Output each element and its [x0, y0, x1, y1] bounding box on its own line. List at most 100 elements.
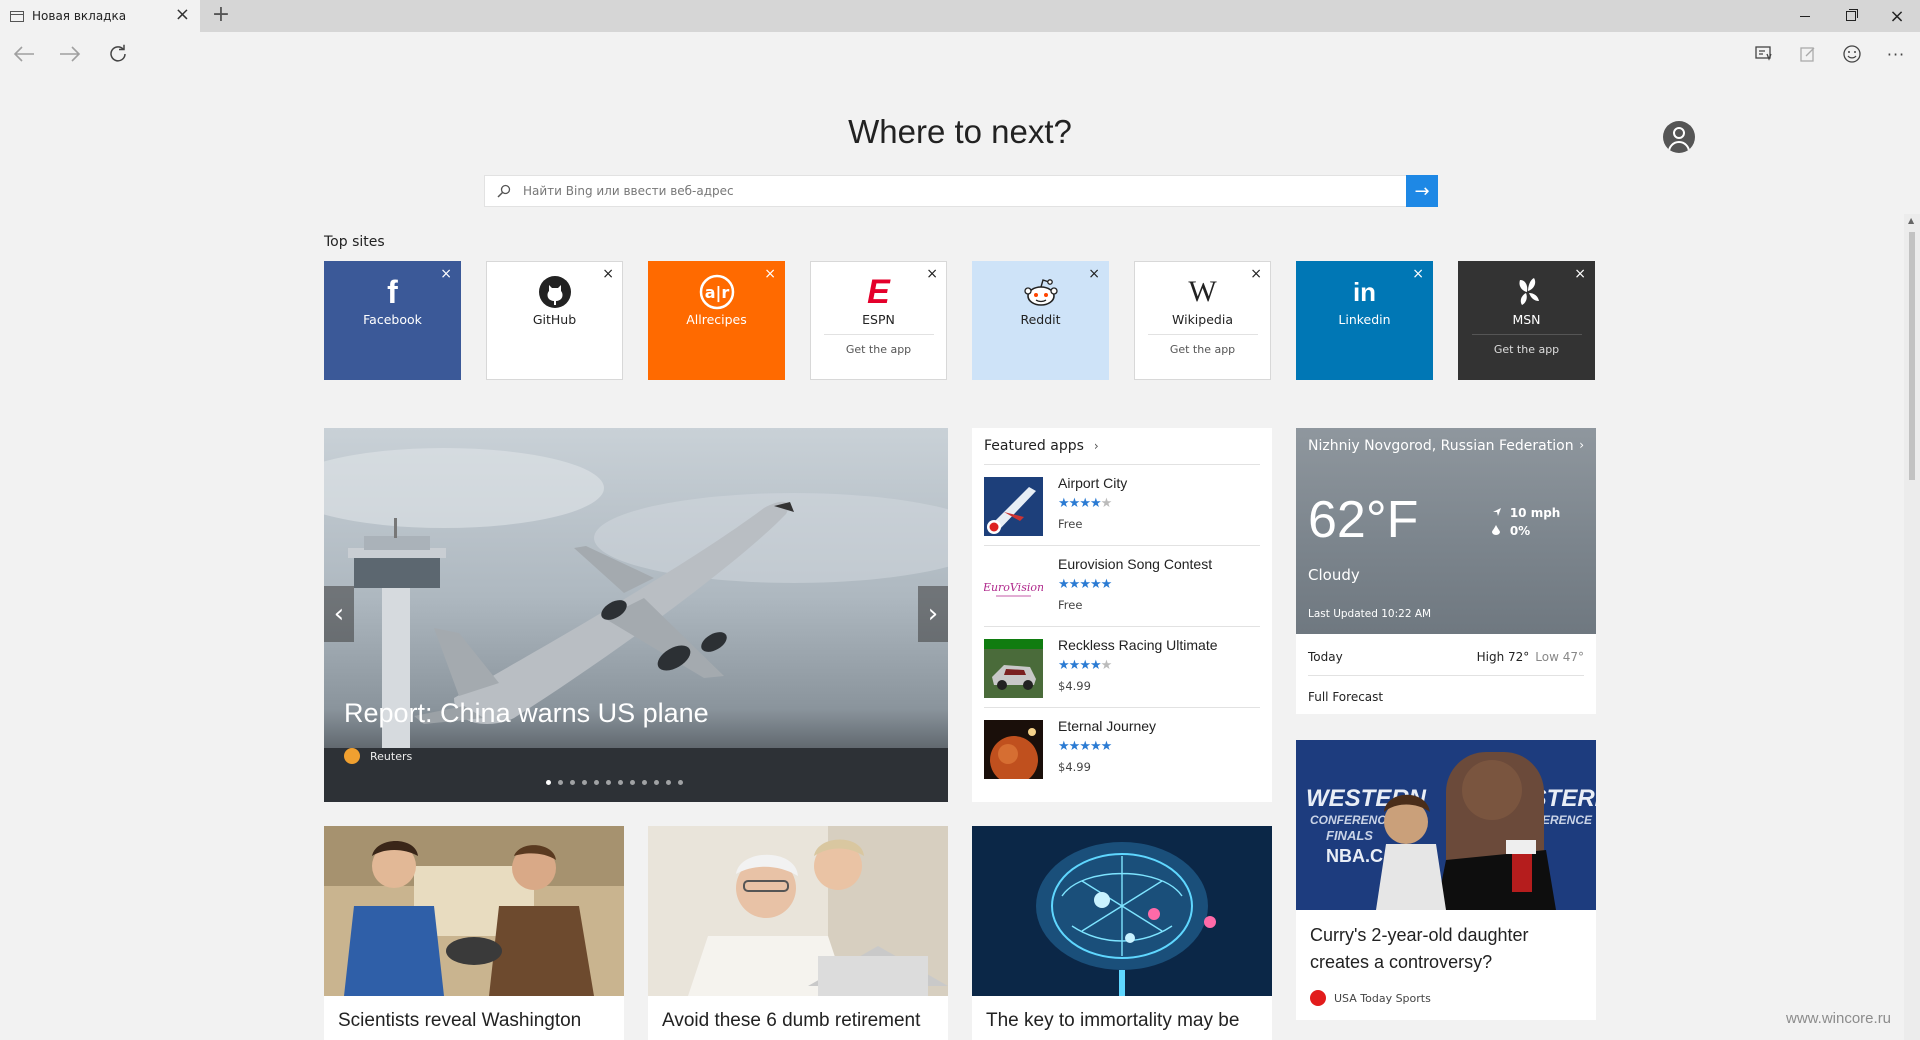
carousel-next-button[interactable]: › [918, 586, 948, 642]
story-title[interactable]: Curry's 2-year-old daughter creates a co… [1310, 922, 1580, 976]
get-the-app-link[interactable]: Get the app [1494, 343, 1559, 356]
minimize-icon [1800, 15, 1810, 17]
carousel-dot[interactable] [618, 780, 623, 785]
more-button[interactable]: ··· [1880, 38, 1912, 70]
reading-list-button[interactable] [1748, 38, 1780, 70]
tile-name: Linkedin [1338, 312, 1391, 327]
carousel-dot[interactable] [678, 780, 683, 785]
tab-close-button[interactable]: × [175, 6, 190, 24]
tile-name: Allrecipes [686, 312, 747, 327]
top-site-github[interactable]: × GitHub [486, 261, 623, 380]
tile-close-icon[interactable]: × [440, 267, 452, 281]
precipitation-chance: 0% [1509, 524, 1531, 538]
get-the-app-link[interactable]: Get the app [1170, 343, 1235, 356]
app-item-eternal-journey[interactable]: Eternal Journey ★★★★★ $4.99 [984, 708, 1260, 788]
tile-close-icon[interactable]: × [602, 267, 614, 281]
scroll-up-icon[interactable]: ▲ [1908, 216, 1914, 225]
featured-apps-title: Featured apps [984, 438, 1084, 454]
watermark: www.wincore.ru [1786, 1010, 1892, 1027]
svg-text:EuroVision: EuroVision [984, 581, 1043, 594]
story-card-retirement[interactable]: Avoid these 6 dumb retirement [648, 826, 948, 1040]
story-title[interactable]: Scientists reveal Washington [338, 1010, 581, 1032]
search-input[interactable] [523, 176, 1373, 206]
story-photo [648, 826, 948, 996]
feedback-button[interactable] [1836, 38, 1868, 70]
featured-apps-header[interactable]: Featured apps › [984, 438, 1099, 454]
full-forecast-link[interactable]: Full Forecast [1308, 690, 1383, 704]
story-title[interactable]: The key to immortality may be [986, 1010, 1239, 1032]
headline-title[interactable]: Report: China warns US plane [344, 698, 709, 729]
tile-close-icon[interactable]: × [764, 267, 776, 281]
get-the-app-link[interactable]: Get the app [846, 343, 911, 356]
linkedin-logo-icon: in [1352, 276, 1377, 307]
carousel-dot[interactable] [654, 780, 659, 785]
weather-precipitation: 0% [1492, 524, 1530, 538]
new-tab-button[interactable]: + [208, 3, 234, 27]
tile-close-icon[interactable]: × [1574, 267, 1586, 281]
top-site-wikipedia[interactable]: × W Wikipedia Get the app [1134, 261, 1271, 380]
story-title[interactable]: Avoid these 6 dumb retirement [662, 1010, 920, 1032]
tile-close-icon[interactable]: × [1412, 267, 1424, 281]
tile-close-icon[interactable]: × [1088, 267, 1100, 281]
scrollbar-thumb[interactable] [1909, 232, 1915, 480]
chevron-right-icon: › [1093, 439, 1099, 453]
navigation-toolbar: ··· [0, 32, 1920, 76]
profile-avatar[interactable] [1663, 121, 1695, 153]
story-card-scientists[interactable]: Scientists reveal Washington [324, 826, 624, 1040]
story-card-immortality[interactable]: The key to immortality may be [972, 826, 1272, 1040]
web-note-icon [1800, 47, 1815, 62]
search-box: → [484, 175, 1438, 207]
top-site-espn[interactable]: × E ESPN Get the app [810, 261, 947, 380]
refresh-button[interactable] [102, 38, 134, 70]
carousel-dot[interactable] [642, 780, 647, 785]
app-item-reckless-racing[interactable]: Reckless Racing Ultimate ★★★★★ $4.99 [984, 627, 1260, 707]
svg-text:FINALS: FINALS [1326, 828, 1373, 843]
restore-button[interactable] [1828, 0, 1874, 32]
search-go-button[interactable]: → [1406, 175, 1438, 207]
close-window-button[interactable]: × [1874, 0, 1920, 32]
top-site-allrecipes[interactable]: × a|r Allrecipes [648, 261, 785, 380]
story-photo: WESTERN CONFERENCE FINALS NBA.C WESTERN … [1296, 740, 1596, 910]
top-site-facebook[interactable]: × f Facebook [324, 261, 461, 380]
carousel-dot[interactable] [582, 780, 587, 785]
carousel-dot[interactable] [606, 780, 611, 785]
tile-name: Wikipedia [1172, 312, 1233, 327]
tile-close-icon[interactable]: × [1250, 267, 1262, 281]
story-photo [972, 826, 1272, 996]
carousel-dot[interactable] [666, 780, 671, 785]
carousel-dot[interactable] [594, 780, 599, 785]
app-name: Airport City [1058, 475, 1128, 491]
tile-close-icon[interactable]: × [926, 267, 938, 281]
top-site-linkedin[interactable]: × in Linkedin [1296, 261, 1433, 380]
top-site-msn[interactable]: × MSN Get the app [1458, 261, 1595, 380]
reddit-logo-icon [1023, 274, 1059, 310]
story-photo [324, 826, 624, 996]
github-logo-icon [538, 274, 572, 310]
story-source: USA Today Sports [1310, 990, 1431, 1006]
divider [1308, 675, 1584, 676]
carousel-dot[interactable] [630, 780, 635, 785]
app-item-eurovision[interactable]: EuroVision Eurovision Song Contest ★★★★★… [984, 546, 1260, 626]
top-sites-label: Top sites [324, 234, 385, 250]
chevron-right-icon: › [1579, 438, 1584, 452]
web-note-button[interactable] [1792, 38, 1824, 70]
top-site-reddit[interactable]: × Reddit [972, 261, 1109, 380]
carousel-dot[interactable] [558, 780, 563, 785]
back-button[interactable] [8, 38, 40, 70]
carousel-dot[interactable] [570, 780, 575, 785]
page-scrollbar[interactable]: ▲ [1904, 214, 1920, 1040]
carousel-dot[interactable] [546, 780, 551, 785]
tile-divider [1147, 334, 1258, 335]
headline-story-card[interactable]: Report: China warns US plane Reuters ‹ › [324, 428, 948, 802]
eurovision-thumbnail: EuroVision [984, 558, 1043, 617]
weather-card[interactable]: Nizhniy Novgorod, Russian Federation › 6… [1296, 428, 1596, 714]
minimize-button[interactable] [1782, 0, 1828, 32]
today-low: Low 47° [1535, 650, 1584, 664]
story-card-curry[interactable]: WESTERN CONFERENCE FINALS NBA.C WESTERN … [1296, 740, 1596, 1020]
svg-text:CONFERENCE: CONFERENCE [1310, 813, 1395, 827]
tab-new-tab[interactable]: Новая вкладка × [0, 0, 200, 32]
app-rating-stars: ★★★★★ [1058, 739, 1112, 754]
app-item-airport-city[interactable]: Airport City ★★★★★ Free [984, 465, 1260, 545]
carousel-prev-button[interactable]: ‹ [324, 586, 354, 642]
forward-button[interactable] [54, 38, 86, 70]
